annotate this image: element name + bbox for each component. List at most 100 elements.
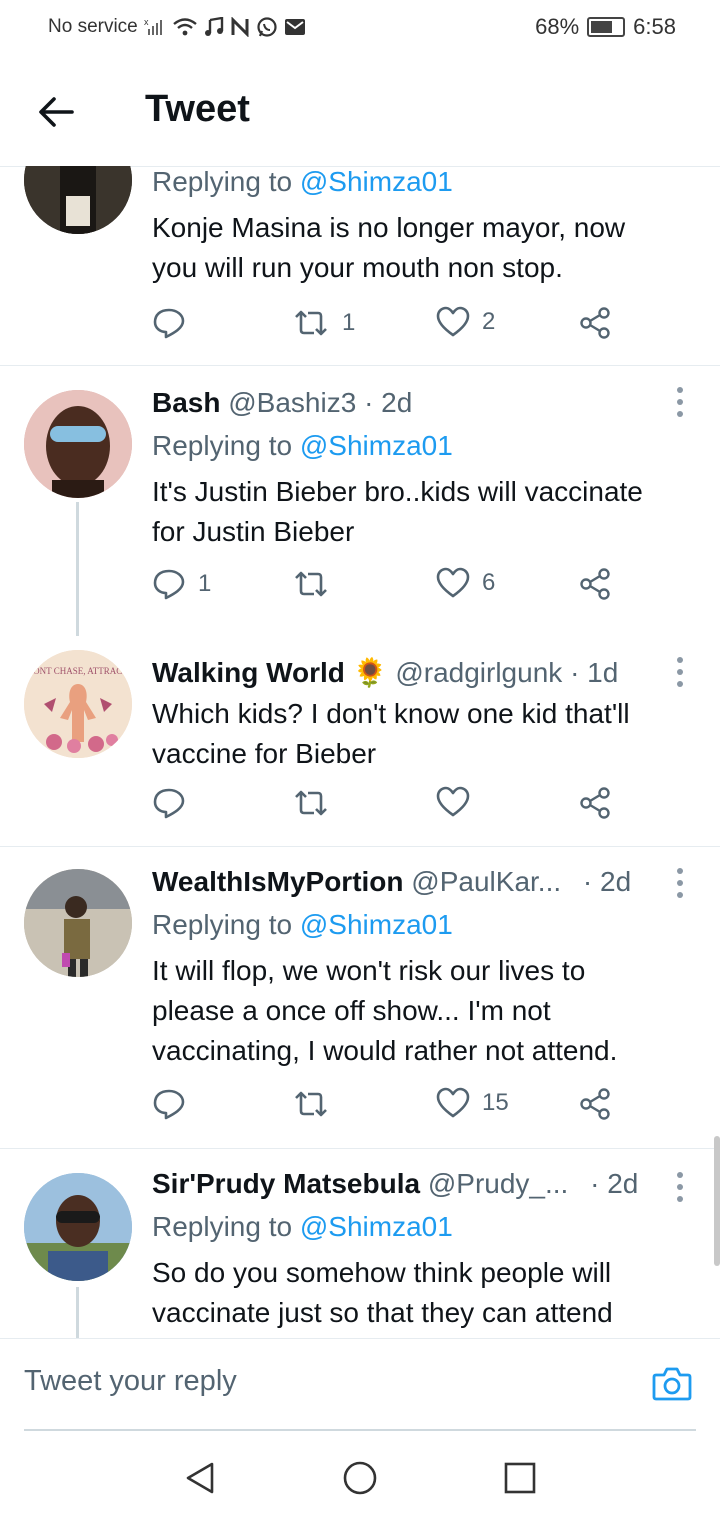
tweet-header: WealthIsMyPortion @PaulKar... · 2d [152,865,684,899]
author-handle[interactable]: @Prudy_... [428,1168,568,1199]
reply-icon [153,788,185,819]
heart-icon [436,786,470,817]
mention-link[interactable]: @Shimza01 [300,166,453,197]
svg-text:x: x [144,17,149,27]
tweet-item[interactable]: DONT CHASE, ATTRACT. Walking World 🌻 @ra… [0,636,720,846]
more-options-icon[interactable] [670,1169,690,1205]
tweet-time: · 2d [582,866,632,897]
share-button[interactable] [578,567,612,601]
carrier-label: No service [48,16,138,37]
like-button[interactable] [436,786,482,818]
music-icon [204,17,223,36]
tweet-text: It will flop, we won't risk our lives to… [152,955,618,1066]
heart-icon [436,306,470,337]
reply-button[interactable]: 1 [152,567,211,601]
reply-feed[interactable]: Replying to @Shimza01 Konje Masina is no… [0,166,720,1338]
share-icon [580,568,610,600]
mention-link[interactable]: @Shimza01 [300,1211,453,1242]
mail-icon [284,19,305,35]
author-name[interactable]: Bash [152,387,220,418]
author-name[interactable]: WealthIsMyPortion [152,866,404,897]
reply-underline [24,1429,696,1431]
camera-icon[interactable] [650,1361,694,1405]
avatar[interactable] [24,1173,132,1281]
tweet-header: Bash @Bashiz3 · 2d [152,386,684,420]
n-icon [231,17,249,37]
share-button[interactable] [578,786,612,820]
reply-input[interactable]: Tweet your reply [24,1365,237,1398]
reply-icon [153,569,185,600]
tweet-actions: 1 2 [152,306,622,346]
wifi-icon [172,18,197,36]
avatar[interactable] [24,869,132,977]
scrollbar[interactable] [714,1136,720,1266]
replying-to-line: Replying to @Shimza01 [152,430,453,461]
nav-recents-icon[interactable] [502,1460,538,1496]
heart-icon [436,1087,470,1118]
tweet-text: Which kids? I don't know one kid that'll… [152,698,630,769]
system-nav-bar [0,1432,720,1520]
author-name[interactable]: Walking World [152,657,345,688]
like-button[interactable]: 2 [436,306,495,338]
battery-icon [587,17,626,37]
retweet-button[interactable] [292,1087,342,1121]
retweet-button[interactable] [292,786,342,820]
like-button[interactable]: 15 [436,1087,509,1119]
share-button[interactable] [578,306,612,340]
tweet-actions: 15 [152,1087,622,1127]
tweet-actions [152,786,622,826]
more-options-icon[interactable] [670,654,690,690]
app-bar: Tweet [0,56,720,167]
replying-to-line: Replying to @Shimza01 [152,909,453,940]
retweet-icon [295,790,327,816]
reply-icon [153,308,185,339]
author-handle[interactable]: @radgirlgunk [395,657,562,688]
author-handle[interactable]: @Bashiz3 [228,387,356,418]
tweet-item[interactable]: Replying to @Shimza01 Konje Masina is no… [0,166,720,365]
replying-to-line: Replying to @Shimza01 [152,1211,453,1242]
tweet-item[interactable]: Sir'Prudy Matsebula @Prudy_... · 2d Repl… [0,1149,720,1338]
tweet-time: · 1d [570,657,619,688]
more-options-icon[interactable] [670,865,690,901]
heart-icon [436,567,470,598]
signal-off-icon: x [144,17,162,35]
tweet-header: Walking World 🌻 @radgirlgunk · 1d [152,656,684,690]
tweet-item[interactable]: WealthIsMyPortion @PaulKar... · 2d Reply… [0,847,720,1148]
mention-link[interactable]: @Shimza01 [300,430,453,461]
status-bar: No service x 68% 6:58 [0,0,720,56]
retweet-button[interactable]: 1 [292,306,355,340]
back-arrow-icon[interactable] [36,92,76,132]
tweet-time: · 2d [364,387,413,418]
retweet-icon [295,310,327,336]
retweet-button[interactable] [292,567,342,601]
battery-percent: 68% [535,14,580,39]
tweet-item[interactable]: Bash @Bashiz3 · 2d Replying to @Shimza01… [0,366,720,636]
reply-button[interactable] [152,1087,198,1121]
tweet-text: It's Justin Bieber bro..kids will vaccin… [152,476,643,547]
retweet-icon [295,571,327,597]
page-title: Tweet [145,88,250,130]
share-icon [580,1088,610,1120]
nav-home-icon[interactable] [342,1460,378,1496]
reply-composer[interactable]: Tweet your reply [0,1338,720,1431]
tweet-text: Konje Masina is no longer mayor, now you… [152,212,626,283]
share-button[interactable] [578,1087,612,1121]
nav-back-icon[interactable] [182,1460,218,1496]
share-icon [580,307,610,339]
tweet-header: Sir'Prudy Matsebula @Prudy_... · 2d [152,1167,684,1201]
reply-button[interactable] [152,786,198,820]
avatar[interactable] [24,390,132,498]
more-options-icon[interactable] [670,384,690,420]
reply-button[interactable] [152,306,198,340]
reply-icon [153,1089,185,1120]
like-button[interactable]: 6 [436,567,495,599]
tweet-actions: 1 6 [152,567,622,607]
sunflower-emoji: 🌻 [352,657,388,688]
avatar[interactable] [24,166,132,234]
mention-link[interactable]: @Shimza01 [300,909,453,940]
thread-connector [76,1287,79,1338]
author-name[interactable]: Sir'Prudy Matsebula [152,1168,420,1199]
author-handle[interactable]: @PaulKar... [411,866,561,897]
avatar[interactable]: DONT CHASE, ATTRACT. [24,650,132,758]
tweet-time: · 2d [590,1168,639,1199]
